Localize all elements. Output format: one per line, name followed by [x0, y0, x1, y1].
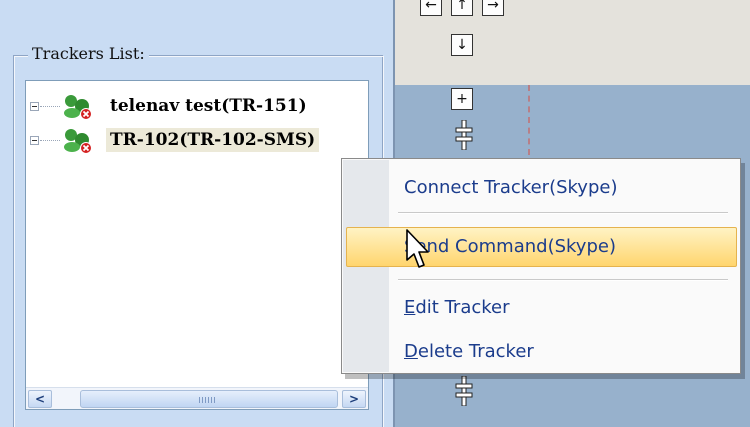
menu-separator: [398, 279, 728, 281]
expand-icon[interactable]: [30, 101, 39, 111]
tree-line: [40, 139, 60, 141]
pan-right-icon[interactable]: →: [482, 0, 504, 16]
zoom-slider-icon[interactable]: [455, 376, 473, 406]
menu-item-accel: E: [404, 297, 416, 318]
menu-separator: [398, 212, 728, 214]
tree-item-label[interactable]: TR-102(TR-102-SMS): [106, 128, 320, 152]
context-menu: Connect Tracker(Skype) Send Command(Skyp…: [341, 158, 741, 374]
menu-item-connect-tracker[interactable]: Connect Tracker(Skype): [404, 177, 618, 198]
menu-item-label: Send Command(Skype): [404, 236, 616, 257]
scroll-left-arrow[interactable]: <: [28, 390, 52, 408]
menu-item-label: Connect Tracker(Skype): [404, 177, 618, 198]
trackers-list-title: Trackers List:: [28, 44, 149, 63]
horizontal-scrollbar[interactable]: < >: [26, 387, 368, 409]
map-toolbar-strip: [393, 0, 750, 85]
expand-icon[interactable]: [30, 135, 39, 145]
menu-item-label: elete Tracker: [417, 341, 534, 362]
mouse-cursor-icon: [406, 229, 429, 268]
pan-down-icon[interactable]: ↓: [451, 34, 473, 56]
menu-item-send-command[interactable]: Send Command(Skype): [404, 236, 616, 257]
tracker-offline-icon: [64, 95, 92, 120]
scrollbar-thumb[interactable]: [80, 390, 338, 408]
tracker-offline-icon: [64, 129, 92, 154]
pan-left-icon[interactable]: ←: [420, 0, 442, 16]
pan-up-icon[interactable]: ↑: [451, 0, 473, 16]
scrollbar-grip-icon: [199, 397, 215, 403]
trackers-tree[interactable]: telenav test(TR-151) TR-102(TR-102-SMS) …: [25, 80, 369, 410]
map-grid-line: [528, 85, 530, 155]
menu-item-accel: D: [404, 341, 418, 362]
tree-line: [40, 105, 60, 107]
menu-item-label: dit Tracker: [415, 297, 510, 318]
menu-item-delete-tracker[interactable]: Delete Tracker: [404, 341, 534, 362]
tree-item-label[interactable]: telenav test(TR-151): [106, 94, 311, 118]
zoom-in-icon[interactable]: +: [451, 88, 473, 110]
menu-item-edit-tracker[interactable]: Edit Tracker: [404, 297, 510, 318]
scroll-right-arrow[interactable]: >: [342, 390, 366, 408]
zoom-slider-icon[interactable]: [455, 120, 473, 150]
trackers-pane: Trackers List: telenav test(TR-151) TR-1…: [0, 0, 393, 427]
